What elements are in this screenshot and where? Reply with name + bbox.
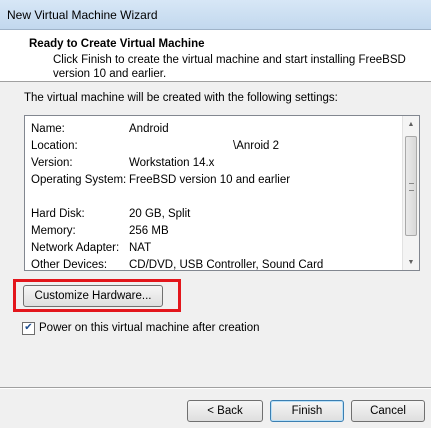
setting-value: Android bbox=[129, 123, 169, 135]
setting-label: Other Devices: bbox=[31, 259, 108, 271]
window-title: New Virtual Machine Wizard bbox=[7, 8, 158, 22]
triangle-up-icon: ▲ bbox=[407, 120, 415, 128]
setting-value: NAT bbox=[129, 242, 152, 254]
setting-label: Name: bbox=[31, 123, 65, 135]
setting-row-os: Operating System: FreeBSD version 10 and… bbox=[31, 172, 401, 189]
customize-hardware-button[interactable]: Customize Hardware... bbox=[23, 285, 163, 307]
settings-intro: The virtual machine will be created with… bbox=[24, 92, 338, 104]
scrollbar-thumb[interactable] bbox=[405, 136, 417, 236]
setting-value: \Anroid 2 bbox=[233, 140, 280, 152]
setting-label: Location: bbox=[31, 140, 78, 152]
header-description: Click Finish to create the virtual machi… bbox=[53, 54, 406, 80]
wizard-header: Ready to Create Virtual Machine Click Fi… bbox=[0, 30, 431, 82]
row-spacer bbox=[31, 189, 401, 206]
setting-row-network: Network Adapter: NAT bbox=[31, 240, 401, 257]
power-on-label[interactable]: Power on this virtual machine after crea… bbox=[39, 322, 260, 334]
setting-label: Network Adapter: bbox=[31, 242, 120, 254]
power-on-option[interactable]: ✔ Power on this virtual machine after cr… bbox=[22, 320, 260, 336]
vertical-scrollbar[interactable]: ▲ ▼ bbox=[402, 116, 419, 270]
setting-label: Version: bbox=[31, 157, 73, 169]
setting-value: CD/DVD, USB Controller, Sound Card bbox=[129, 259, 324, 271]
setting-row-hard-disk: Hard Disk: 20 GB, Split bbox=[31, 206, 401, 223]
grip-icon bbox=[409, 183, 414, 191]
scroll-up-button[interactable]: ▲ bbox=[403, 116, 419, 132]
scroll-down-button[interactable]: ▼ bbox=[403, 254, 419, 270]
setting-row-name: Name: Android bbox=[31, 121, 401, 138]
setting-value: 20 GB, Split bbox=[129, 208, 191, 220]
setting-row-other-devices: Other Devices: CD/DVD, USB Controller, S… bbox=[31, 257, 401, 271]
setting-value: Workstation 14.x bbox=[129, 157, 215, 169]
setting-row-memory: Memory: 256 MB bbox=[31, 223, 401, 240]
footer-divider bbox=[0, 387, 431, 389]
settings-summary-box: Name: Android Location: \Anroid 2 Versio… bbox=[24, 115, 420, 271]
cancel-button[interactable]: Cancel bbox=[351, 400, 425, 422]
back-button[interactable]: < Back bbox=[187, 400, 263, 422]
setting-value: FreeBSD version 10 and earlier bbox=[129, 174, 291, 186]
setting-label: Memory: bbox=[31, 225, 76, 237]
setting-row-version: Version: Workstation 14.x bbox=[31, 155, 401, 172]
header-title: Ready to Create Virtual Machine bbox=[29, 38, 205, 50]
setting-label: Operating System: bbox=[31, 174, 127, 186]
settings-rows: Name: Android Location: \Anroid 2 Versio… bbox=[31, 121, 401, 271]
setting-value: 256 MB bbox=[129, 225, 169, 237]
triangle-down-icon: ▼ bbox=[407, 258, 415, 266]
check-icon: ✔ bbox=[24, 322, 33, 333]
title-bar: New Virtual Machine Wizard bbox=[0, 0, 431, 30]
power-on-checkbox[interactable]: ✔ bbox=[22, 321, 35, 335]
finish-button[interactable]: Finish bbox=[270, 400, 344, 422]
setting-label: Hard Disk: bbox=[31, 208, 85, 220]
setting-row-location: Location: \Anroid 2 bbox=[31, 138, 401, 155]
